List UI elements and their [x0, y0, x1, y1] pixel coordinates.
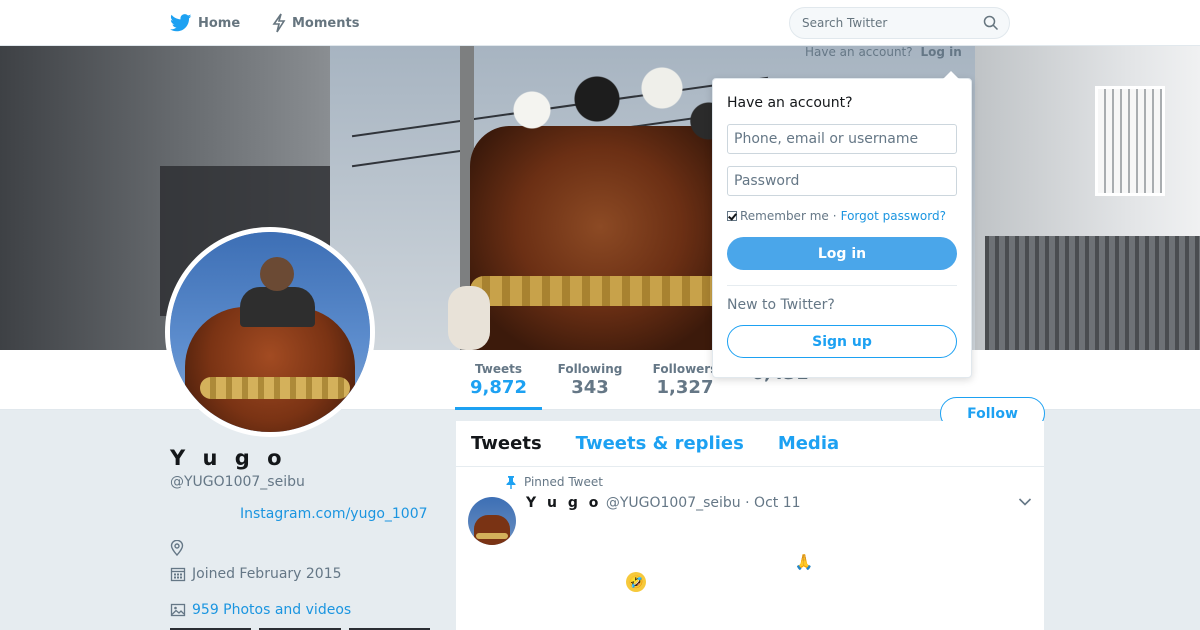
- tweet-author-handle[interactable]: @YUGO1007_seibu: [606, 495, 741, 511]
- tweet-date[interactable]: Oct 11: [754, 495, 800, 511]
- nav-home-label: Home: [198, 15, 241, 31]
- stat-following[interactable]: Following 343: [548, 350, 632, 410]
- nav-moments-label: Moments: [292, 15, 360, 31]
- twitter-bird-icon: [170, 14, 192, 32]
- profile-handle: @YUGO1007_seibu: [170, 474, 305, 490]
- pin-icon: [506, 475, 516, 489]
- stat-value: 343: [571, 377, 609, 398]
- timeline-tabs: Tweets Tweets & replies Media: [456, 421, 1044, 467]
- profile-website-link[interactable]: Instagram.com/yugo_1007: [240, 506, 428, 522]
- timeline: Tweets Tweets & replies Media Pinned Twe…: [456, 421, 1044, 630]
- dropdown-caret: [943, 71, 959, 79]
- signup-button[interactable]: Sign up: [727, 325, 957, 358]
- tab-tweets-replies[interactable]: Tweets & replies: [576, 433, 744, 454]
- pinned-tweet-label: Pinned Tweet: [506, 475, 603, 489]
- dropdown-divider: [727, 285, 957, 286]
- remember-separator: ·: [832, 209, 837, 223]
- image-icon: [170, 602, 188, 618]
- calendar-icon: [170, 566, 188, 582]
- login-link[interactable]: Log in: [920, 45, 961, 59]
- top-nav: Home Moments: [0, 0, 1200, 46]
- profile-photos-text: 959 Photos and videos: [192, 602, 352, 618]
- search-box: [789, 7, 1010, 39]
- tab-tweets[interactable]: Tweets: [471, 433, 542, 454]
- stat-label: Tweets: [474, 362, 523, 376]
- search-input[interactable]: [790, 8, 970, 38]
- have-account-text: Have an account?: [805, 45, 913, 59]
- header-crowd: [480, 66, 740, 176]
- stat-label: Following: [557, 362, 623, 376]
- chevron-down-icon[interactable]: [1018, 497, 1032, 507]
- profile-name: Y u g o: [170, 446, 287, 470]
- tab-media[interactable]: Media: [778, 433, 839, 454]
- username-field[interactable]: [727, 124, 957, 154]
- profile-photos-link[interactable]: 959 Photos and videos: [170, 602, 351, 618]
- remember-me-label[interactable]: Remember me: [740, 209, 829, 223]
- profile-joined-text: Joined February 2015: [192, 566, 342, 582]
- login-button[interactable]: Log in: [727, 237, 957, 270]
- tweet-header: Y u g o @YUGO1007_seibu · Oct 11: [526, 495, 801, 511]
- tweet-avatar[interactable]: [468, 497, 516, 545]
- login-dropdown-title: Have an account?: [727, 95, 853, 111]
- header-lantern: [448, 286, 490, 350]
- header-building-right: [975, 46, 1200, 350]
- password-field[interactable]: [727, 166, 957, 196]
- profile-joined: Joined February 2015: [170, 566, 342, 582]
- login-dropdown: Have an account? Remember me · Forgot pa…: [712, 78, 972, 378]
- stat-tweets[interactable]: Tweets 9,872: [455, 350, 542, 410]
- tweet-separator: ·: [745, 495, 750, 511]
- pinned-text: Pinned Tweet: [524, 475, 603, 489]
- tweet-author-name[interactable]: Y u g o: [526, 495, 601, 511]
- lightning-icon: [272, 13, 286, 33]
- forgot-password-link[interactable]: Forgot password?: [841, 209, 946, 223]
- nav-home[interactable]: Home: [170, 0, 240, 46]
- stat-value: 9,872: [470, 377, 527, 398]
- remember-row: Remember me · Forgot password?: [727, 209, 946, 223]
- stat-value: 1,327: [656, 377, 714, 398]
- nav-moments[interactable]: Moments: [272, 0, 359, 46]
- tweet-emoji-pray: 🙏: [794, 553, 814, 571]
- remember-me-checkbox[interactable]: [727, 211, 737, 221]
- search-icon[interactable]: [983, 15, 999, 35]
- new-to-twitter-text: New to Twitter?: [727, 297, 835, 313]
- have-account-prompt: Have an account? Log in: [805, 45, 962, 59]
- profile-location: [170, 540, 192, 556]
- header-rope: [470, 276, 730, 306]
- location-pin-icon: [170, 540, 188, 556]
- profile-avatar[interactable]: [165, 227, 375, 437]
- tweet-emoji-laugh: 🤣: [626, 572, 646, 592]
